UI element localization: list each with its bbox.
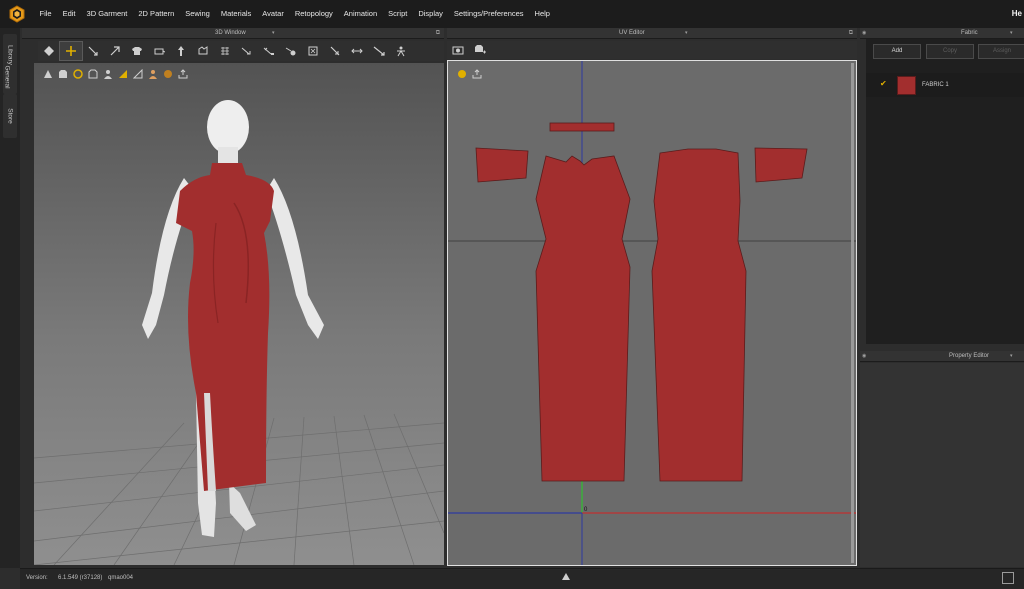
avatar-measure-icon[interactable] (390, 42, 412, 60)
side-tab-library-label: Library (6, 45, 14, 65)
expand-up-icon[interactable] (562, 573, 570, 580)
puckering-icon[interactable] (192, 42, 214, 60)
stitch-icon[interactable] (258, 42, 280, 60)
viewport-3d[interactable] (34, 63, 444, 565)
menu-bar: File Edit 3D Garment 2D Pattern Sewing M… (0, 0, 1024, 28)
property-editor-header: ◉ Property Editor ▾ (860, 351, 1024, 362)
fabric-copy-button[interactable]: Copy (926, 44, 974, 59)
side-tab-strip: Library General Store (0, 28, 20, 568)
menu-3d-garment[interactable]: 3D Garment (81, 0, 133, 28)
side-tab-store-label: Store (6, 108, 14, 124)
tack-icon[interactable] (148, 42, 170, 60)
uv-editor-viewport[interactable]: 0 (447, 60, 857, 566)
menu-display[interactable]: Display (413, 0, 449, 28)
menu-help[interactable]: Help (529, 0, 555, 28)
grid-edit-icon[interactable] (214, 42, 236, 60)
status-bar: Version: 6.1.549 (r37128) qmao004 (20, 568, 1024, 589)
uv-editor-dropdown-icon[interactable]: ▾ (685, 28, 688, 39)
side-tab-general-label: General (3, 65, 11, 89)
window3d-dropdown-icon[interactable]: ▾ (272, 28, 275, 39)
uv-layout: 0 (448, 61, 856, 565)
fabric-visibility-icon[interactable]: ◉ (862, 28, 866, 39)
measure-icon[interactable] (346, 42, 368, 60)
version-label: Version: (26, 575, 48, 581)
uv-origin-label: 0 (584, 507, 588, 513)
menu-retopology[interactable]: Retopology (289, 0, 338, 28)
texture-icon[interactable] (302, 42, 324, 60)
side-tab-library-general[interactable]: Library General (3, 34, 17, 94)
marvelous-logo-icon[interactable] (0, 0, 34, 28)
menu-edit[interactable]: Edit (57, 0, 81, 28)
select-pattern-icon[interactable] (82, 42, 104, 60)
app-window: File Edit 3D Garment 2D Pattern Sewing M… (0, 0, 1024, 589)
window3d-title: 3D Window (215, 30, 246, 36)
fabric-panel-header: ◉ Fabric ▾ (860, 28, 1024, 39)
uv-editor-header: UV Editor ▾ ⧉ (447, 28, 857, 39)
move-tool-icon[interactable] (59, 41, 83, 61)
menu-sewing[interactable]: Sewing (180, 0, 216, 28)
fold-arrangement-icon[interactable] (104, 42, 126, 60)
button-tool-icon[interactable] (280, 42, 302, 60)
uv-snapshot-icon[interactable] (447, 41, 469, 59)
side-tab-store[interactable]: Store (3, 94, 17, 138)
version-value: 6.1.549 (r37128) (58, 575, 103, 581)
fabric-list-item[interactable]: ✔ FABRIC 1 (866, 73, 1024, 97)
fabric-assign-button[interactable]: Assign (978, 44, 1024, 59)
steam-icon[interactable] (236, 42, 258, 60)
uv-editor-float-icon[interactable]: ⧉ (849, 28, 853, 39)
fabric-dropdown-icon[interactable]: ▾ (1010, 28, 1013, 39)
property-editor-panel (860, 363, 1024, 567)
fabric-swatch[interactable] (897, 76, 916, 95)
uv-scrollbar[interactable] (851, 63, 854, 563)
fabric-add-button[interactable]: Add (873, 44, 921, 59)
menu-avatar[interactable]: Avatar (257, 0, 290, 28)
property-editor-title: Property Editor (949, 353, 990, 359)
uv-pattern-pieces (475, 122, 808, 482)
zipper-icon[interactable] (324, 42, 346, 60)
menu-right-label: He (1011, 9, 1022, 18)
fabric-item-name: FABRIC 1 (922, 82, 949, 88)
uv-editor-title: UV Editor (619, 30, 645, 36)
garment-shape-icon[interactable] (126, 42, 148, 60)
menu-materials[interactable]: Materials (215, 0, 256, 28)
uv-arrange-icon[interactable] (469, 41, 491, 59)
window3d-header: 3D Window ▾ ⧉ (22, 28, 444, 39)
fabric-panel: Add Copy Assign ✔ FABRIC 1 (866, 39, 1024, 344)
menu-settings-preferences[interactable]: Settings/Preferences (448, 0, 529, 28)
property-dropdown-icon[interactable]: ▾ (1010, 351, 1013, 362)
scene-3d (34, 100, 444, 565)
menu-file[interactable]: File (34, 0, 57, 28)
window-layout-icon[interactable] (1002, 572, 1014, 584)
menu-2d-pattern[interactable]: 2D Pattern (133, 0, 180, 28)
menu-animation[interactable]: Animation (338, 0, 382, 28)
property-visibility-icon[interactable]: ◉ (862, 351, 866, 362)
fabric-panel-title: Fabric (961, 30, 978, 36)
window3d-float-icon[interactable]: ⧉ (436, 28, 440, 39)
pin-icon[interactable] (170, 42, 192, 60)
window3d-toolbar (38, 41, 444, 61)
uv-toolbar (447, 41, 857, 59)
trim-icon[interactable] (368, 42, 390, 60)
user-name: qmao004 (108, 575, 134, 581)
select-mesh-icon[interactable] (38, 42, 60, 60)
menu-script[interactable]: Script (383, 0, 413, 28)
check-icon: ✔ (880, 79, 887, 88)
